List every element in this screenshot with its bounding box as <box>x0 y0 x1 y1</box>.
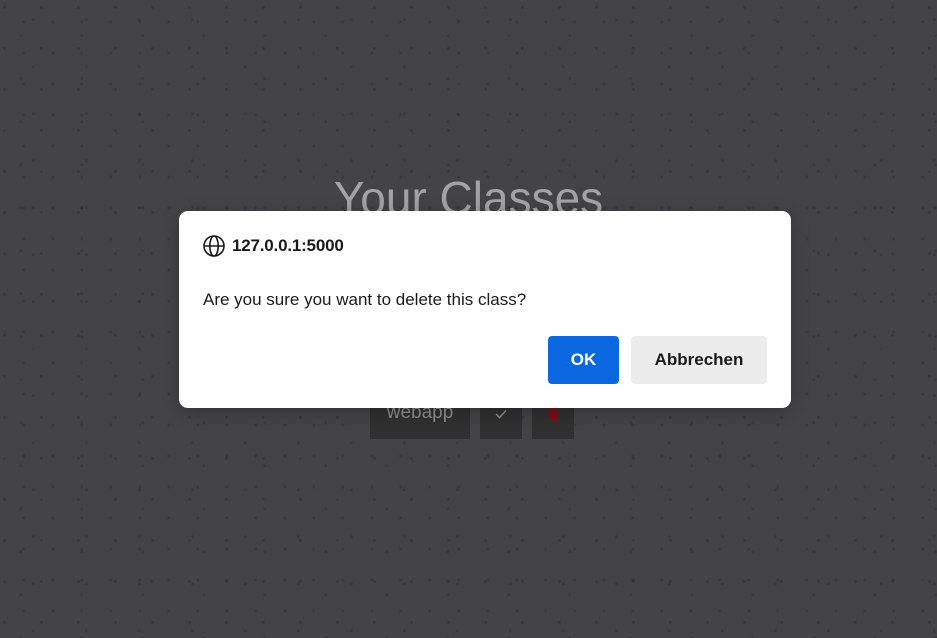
dialog-origin-text: 127.0.0.1:5000 <box>232 236 344 255</box>
cancel-button[interactable]: Abbrechen <box>631 336 767 384</box>
ok-button[interactable]: OK <box>548 336 619 384</box>
globe-icon <box>203 235 225 257</box>
dialog-message: Are you sure you want to delete this cla… <box>203 290 527 309</box>
dialog-origin: 127.0.0.1:5000 <box>203 235 344 257</box>
confirm-dialog: 127.0.0.1:5000 Are you sure you want to … <box>179 211 791 408</box>
dialog-buttons: OK Abbrechen <box>548 336 767 384</box>
